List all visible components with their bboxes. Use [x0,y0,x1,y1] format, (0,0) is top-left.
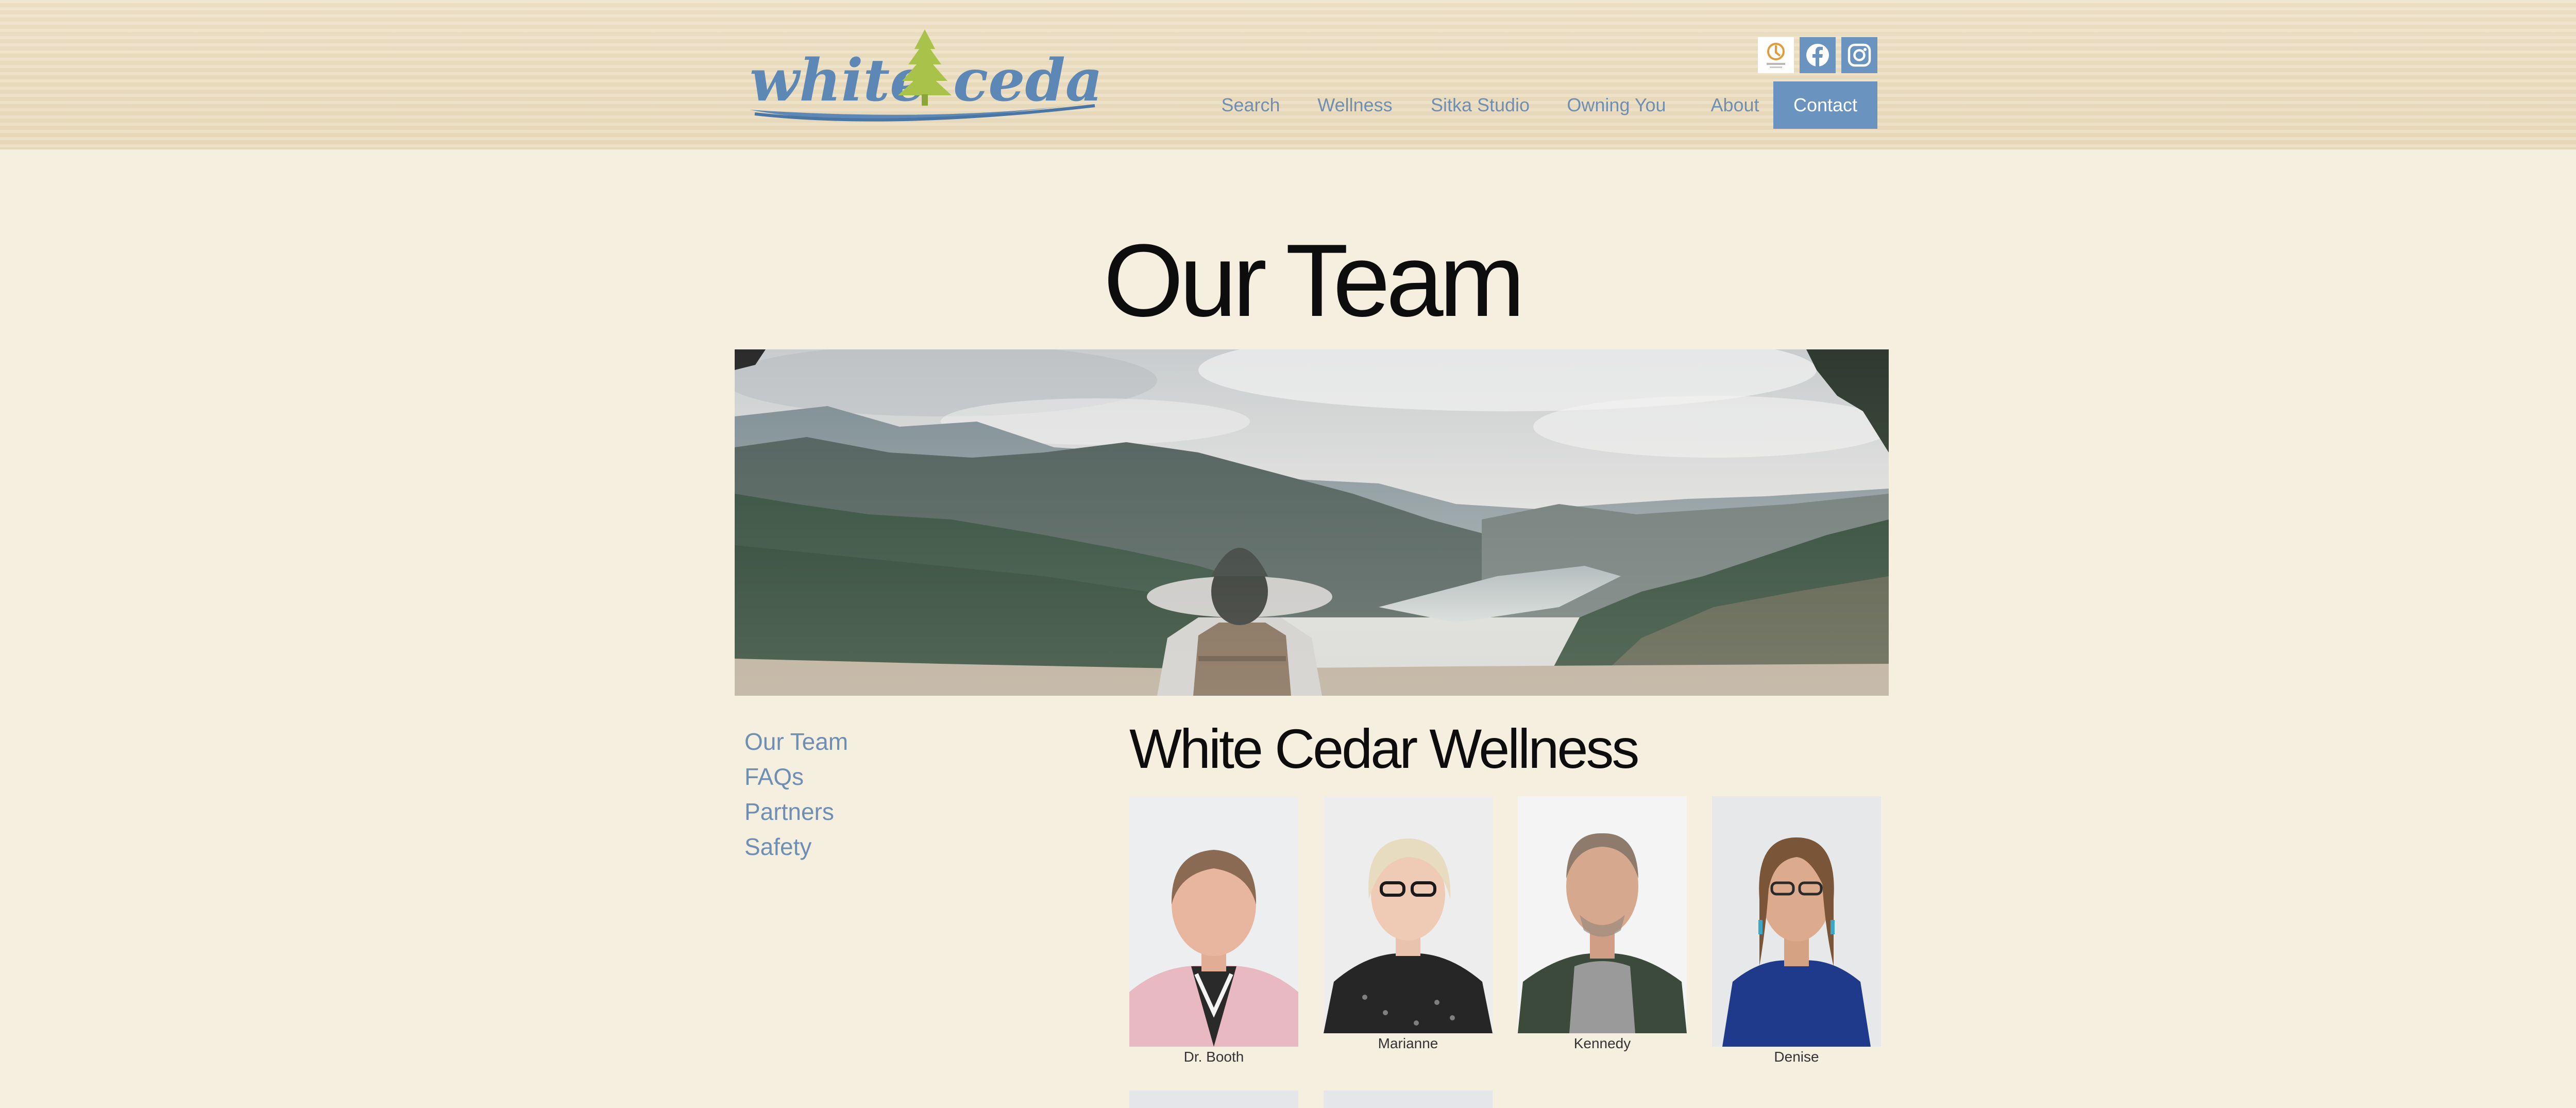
team-member-card[interactable]: Dr. Booth [1129,796,1298,1065]
nav-contact-button[interactable]: Contact [1773,81,1877,129]
team-member-card[interactable]: Kennedy [1518,796,1687,1052]
facebook-button[interactable] [1800,37,1836,73]
nav-owning-you[interactable]: Owning You [1556,81,1677,129]
svg-text:white: white [750,47,926,114]
member-photo-next-row[interactable] [1324,1090,1493,1108]
member-photo [1518,796,1687,1033]
sidebar-link-faqs[interactable]: FAQs [744,763,804,791]
nav-sitka-studio[interactable]: Sitka Studio [1421,81,1539,129]
instagram-icon [1848,43,1871,67]
section-title: White Cedar Wellness [1129,717,1639,780]
team-member-card[interactable]: Marianne [1324,796,1493,1052]
white-cedar-logo[interactable]: white cedar [744,23,1105,126]
member-photo [1129,796,1298,1047]
seal-icon-button[interactable] [1758,37,1794,73]
instagram-button[interactable] [1841,37,1877,73]
seal-icon [1767,43,1785,68]
nav-search[interactable]: Search [1208,81,1293,129]
svg-text:cedar: cedar [953,47,1105,114]
member-name: Denise [1774,1049,1819,1065]
nav-wellness[interactable]: Wellness [1301,81,1409,129]
member-photo-next-row[interactable] [1129,1090,1298,1108]
hero-image [735,349,1889,696]
sidebar-link-our-team[interactable]: Our Team [744,728,848,756]
member-name: Marianne [1378,1035,1438,1051]
facebook-icon [1806,44,1829,66]
member-name: Kennedy [1573,1035,1631,1051]
sidebar-link-partners[interactable]: Partners [744,798,834,826]
member-photo [1712,796,1881,1047]
site-header: white cedar Searc [0,0,2576,149]
team-member-card[interactable]: Denise [1712,796,1881,1065]
member-name: Dr. Booth [1183,1049,1244,1065]
nav-about[interactable]: About [1692,81,1777,129]
page-title: Our Team [1103,223,1525,338]
member-photo [1324,796,1493,1033]
sidebar-link-safety[interactable]: Safety [744,833,811,861]
